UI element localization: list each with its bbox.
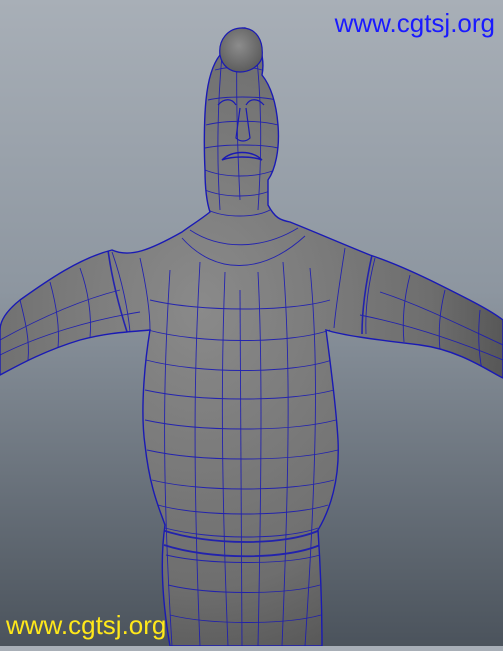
hair-tuft <box>219 27 263 73</box>
character-model <box>0 27 503 647</box>
watermark-bottom: www.cgtsj.org <box>6 610 167 640</box>
watermark-top: www.cgtsj.org <box>334 8 495 38</box>
body-mesh <box>0 27 503 647</box>
viewport <box>0 0 503 647</box>
